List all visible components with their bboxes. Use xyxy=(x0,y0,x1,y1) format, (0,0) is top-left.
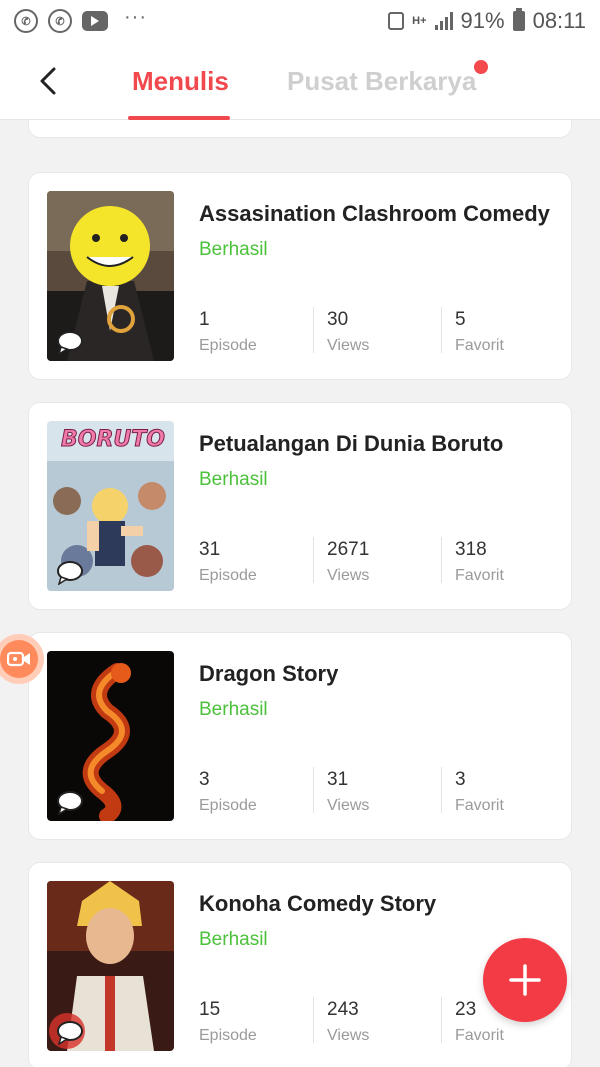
stat-favorit: 318 Favorit xyxy=(455,539,504,584)
story-cover: BORUTO xyxy=(47,421,174,591)
youtube-icon xyxy=(82,11,108,31)
chat-icon xyxy=(57,791,83,815)
tab-menulis[interactable]: Menulis xyxy=(132,66,229,97)
notification-dot xyxy=(474,60,488,74)
stat-views: 30 Views xyxy=(327,309,370,354)
add-story-button[interactable] xyxy=(483,938,567,1022)
chat-icon xyxy=(57,331,83,355)
story-title: Dragon Story xyxy=(199,661,339,686)
story-list: Assasination Clashroom Comedy Berhasil 1… xyxy=(0,120,600,1067)
stat-divider xyxy=(441,767,442,813)
chat-icon xyxy=(57,1021,83,1045)
network-type: H+ xyxy=(412,15,427,27)
story-cover xyxy=(47,191,174,361)
stat-views: 243 Views xyxy=(327,999,370,1044)
signal-icon xyxy=(434,12,453,30)
chat-icon xyxy=(57,561,83,585)
stat-divider xyxy=(313,537,314,583)
story-status: Berhasil xyxy=(199,699,268,720)
battery-saver-icon xyxy=(388,12,405,30)
whatsapp-icon: ✆ xyxy=(14,9,38,33)
story-card-partial[interactable] xyxy=(28,120,572,138)
battery-percent: 91% xyxy=(460,8,505,33)
stat-views: 31 Views xyxy=(327,769,370,814)
story-title: Konoha Comedy Story xyxy=(199,891,437,916)
story-card[interactable]: Assasination Clashroom Comedy Berhasil 1… xyxy=(28,172,572,380)
stat-divider xyxy=(313,767,314,813)
tab-pusat-berkarya[interactable]: Pusat Berkarya xyxy=(287,66,476,97)
stat-favorit: 5 Favorit xyxy=(455,309,504,354)
plus-icon xyxy=(509,964,541,996)
story-status: Berhasil xyxy=(199,469,268,490)
story-cover xyxy=(47,651,174,821)
stat-episode: 3 Episode xyxy=(199,769,257,814)
back-arrow-icon[interactable] xyxy=(36,66,60,96)
story-status: Berhasil xyxy=(199,239,268,260)
stat-divider xyxy=(441,997,442,1043)
stat-episode: 31 Episode xyxy=(199,539,257,584)
story-cover xyxy=(47,881,174,1051)
story-title: Assasination Clashroom Comedy xyxy=(199,201,550,226)
story-title: Petualangan Di Dunia Boruto xyxy=(199,431,504,456)
more-notifications-icon: ··· xyxy=(124,5,147,28)
stat-episode: 15 Episode xyxy=(199,999,257,1044)
clock: 08:11 xyxy=(532,8,586,33)
stat-divider xyxy=(441,307,442,353)
stat-divider xyxy=(313,307,314,353)
stat-divider xyxy=(313,997,314,1043)
story-card[interactable]: Dragon Story Berhasil 3 Episode 31 Views… xyxy=(28,632,572,840)
stat-views: 2671 Views xyxy=(327,539,370,584)
stat-divider xyxy=(441,537,442,583)
story-status: Berhasil xyxy=(199,929,268,950)
stat-episode: 1 Episode xyxy=(199,309,257,354)
battery-icon xyxy=(512,8,525,31)
top-nav: Menulis Pusat Berkarya xyxy=(0,42,600,120)
story-card[interactable]: BORUTO Petualangan Di Dunia Boruto Berha… xyxy=(28,402,572,610)
stat-favorit: 3 Favorit xyxy=(455,769,504,814)
boruto-logo: BORUTO xyxy=(61,427,166,453)
video-camera-icon xyxy=(7,651,30,667)
status-bar: ✆ ✆ ··· H+ 91% 08:11 xyxy=(0,0,600,42)
whatsapp-business-icon: ✆ xyxy=(48,9,72,33)
